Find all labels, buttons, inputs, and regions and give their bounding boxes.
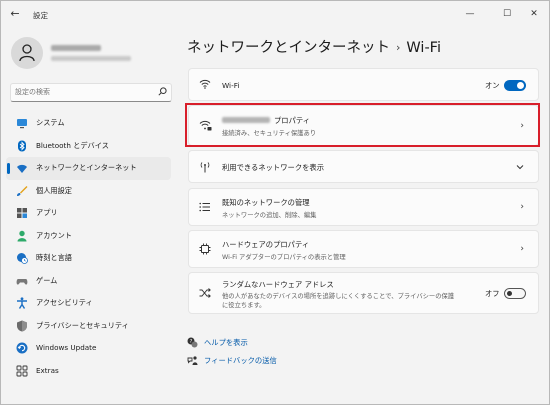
- person-icon: [17, 230, 27, 241]
- sidebar-item-accessibility[interactable]: アクセシビリティ: [6, 292, 171, 315]
- sidebar-item-windows-update[interactable]: Windows Update: [6, 337, 171, 360]
- sidebar-item-label: 時刻と言語: [36, 253, 72, 262]
- wifi-toggle[interactable]: [504, 80, 526, 91]
- shield-icon: [17, 320, 27, 331]
- properties-title: プロパティ: [274, 116, 311, 125]
- random-address-title: ランダムなハードウェア アドレス: [222, 280, 334, 289]
- sidebar-item-time-language[interactable]: 時刻と言語: [6, 247, 171, 270]
- sidebar-item-extras[interactable]: Extras: [6, 360, 171, 383]
- sidebar-item-label: 個人用設定: [36, 185, 72, 195]
- chevron-right-icon: ›: [520, 202, 524, 212]
- sidebar-item-label: ゲーム: [36, 275, 58, 285]
- windows-update-icon: [16, 342, 28, 354]
- sidebar-item-label: Windows Update: [36, 343, 97, 352]
- list-icon: [199, 202, 210, 212]
- feedback-icon: [187, 356, 198, 365]
- random-address-description-line1: 他の人があなたのデバイスの場所を追跡しにくくすることで、プライバシーの保護: [222, 293, 455, 300]
- network-name-redacted: [222, 117, 270, 123]
- random-address-toggle[interactable]: [504, 288, 526, 299]
- sidebar-item-network[interactable]: ネットワークとインターネット: [6, 157, 171, 180]
- monitor-icon: [17, 119, 27, 129]
- sidebar-item-privacy-security[interactable]: プライバシーとセキュリティ: [6, 315, 171, 338]
- close-button[interactable]: ✕: [524, 5, 544, 23]
- user-email-redacted: [51, 56, 131, 61]
- person-silhouette-icon: [19, 44, 35, 62]
- sidebar-item-personalization[interactable]: 個人用設定: [6, 180, 171, 203]
- feedback-link[interactable]: フィードバックの送信: [204, 356, 277, 366]
- hardware-properties-card[interactable]: ハードウェアのプロパティ Wi-Fi アダプターのプロパティの表示と管理 ›: [188, 230, 539, 268]
- network-properties-card[interactable]: プロパティ 接続済み、セキュリティ保護あり ›: [188, 105, 539, 146]
- globe-clock-icon: [17, 253, 28, 264]
- chevron-down-icon: [516, 165, 524, 170]
- extras-icon: [16, 365, 28, 376]
- breadcrumb-separator: ›: [396, 41, 401, 54]
- chevron-right-icon: ›: [520, 244, 524, 254]
- search-input[interactable]: [15, 86, 150, 98]
- gamepad-icon: [16, 278, 28, 285]
- chevron-right-icon: ›: [520, 121, 524, 131]
- hardware-properties-subtitle: Wi-Fi アダプターのプロパティの表示と管理: [222, 254, 346, 261]
- sidebar-item-label: アプリ: [36, 208, 58, 217]
- apps-icon: [17, 208, 27, 218]
- wifi-icon: [199, 79, 211, 89]
- title-bar: ← 設定 — ☐ ✕: [1, 1, 549, 29]
- sidebar-item-label: Extras: [36, 365, 59, 375]
- accessibility-icon: [17, 297, 27, 309]
- random-hardware-address-card: ランダムなハードウェア アドレス 他の人があなたのデバイスの場所を追跡しにくくす…: [188, 272, 539, 314]
- antenna-icon: [200, 162, 210, 173]
- available-networks-label: 利用できるネットワークを表示: [222, 163, 325, 172]
- app-title: 設定: [33, 11, 48, 20]
- sidebar-item-label: アクセシビリティ: [36, 298, 93, 307]
- sidebar-item-apps[interactable]: アプリ: [6, 202, 171, 225]
- user-profile[interactable]: [11, 37, 171, 71]
- wifi-toggle-state: オン: [485, 81, 500, 90]
- known-networks-card[interactable]: 既知のネットワークの管理 ネットワークの追加、削除、編集 ›: [188, 188, 539, 226]
- random-address-description-line2: に役立ちます。: [222, 302, 266, 309]
- back-button[interactable]: ←: [7, 6, 23, 22]
- user-name-redacted: [51, 45, 101, 51]
- toggle-knob: [517, 82, 524, 89]
- sidebar-item-accounts[interactable]: アカウント: [6, 225, 171, 248]
- brush-icon: [17, 185, 28, 196]
- sidebar-item-label: プライバシーとセキュリティ: [36, 320, 129, 330]
- selection-indicator: [7, 163, 10, 174]
- sidebar-nav: システム Bluetooth とデバイス ネットワークとインターネット 個人用設…: [6, 112, 171, 382]
- breadcrumb-parent[interactable]: ネットワークとインターネット: [187, 40, 390, 56]
- wifi-label: Wi-Fi: [222, 81, 240, 90]
- sidebar-item-bluetooth[interactable]: Bluetooth とデバイス: [6, 135, 171, 158]
- minimize-button[interactable]: —: [460, 5, 480, 23]
- settings-search[interactable]: [10, 83, 172, 102]
- sidebar-item-label: システム: [36, 118, 65, 127]
- known-networks-subtitle: ネットワークの追加、削除、編集: [222, 212, 317, 219]
- sidebar-item-label: アカウント: [36, 230, 72, 240]
- hardware-properties-title: ハードウェアのプロパティ: [222, 240, 310, 249]
- wifi-secured-icon: [199, 120, 212, 131]
- wifi-toggle-card[interactable]: Wi-Fi オン: [188, 68, 539, 101]
- help-icon: ?: [187, 337, 198, 348]
- toggle-knob: [507, 291, 512, 296]
- properties-subtitle: 接続済み、セキュリティ保護あり: [222, 130, 317, 137]
- sidebar-item-label: Bluetooth とデバイス: [36, 140, 109, 150]
- available-networks-card[interactable]: 利用できるネットワークを表示: [188, 150, 539, 183]
- search-icon: [158, 87, 167, 96]
- bluetooth-icon: [18, 140, 26, 151]
- chip-icon: [199, 243, 211, 255]
- settings-window: ← 設定 — ☐ ✕ システム Bluetooth とデバイス: [0, 0, 550, 405]
- sidebar-item-system[interactable]: システム: [6, 112, 171, 135]
- sidebar-item-label: ネットワークとインターネット: [36, 163, 137, 172]
- page-title: ネットワークとインターネット › Wi-Fi: [187, 36, 441, 57]
- help-link[interactable]: ヘルプを表示: [204, 338, 248, 348]
- known-networks-title: 既知のネットワークの管理: [222, 198, 310, 207]
- avatar: [11, 37, 43, 69]
- sidebar-item-gaming[interactable]: ゲーム: [6, 270, 171, 293]
- wifi-icon: [17, 164, 27, 173]
- random-address-toggle-state: オフ: [485, 289, 500, 298]
- shuffle-icon: [199, 288, 211, 298]
- breadcrumb-current: Wi-Fi: [406, 40, 441, 56]
- maximize-button[interactable]: ☐: [497, 5, 517, 23]
